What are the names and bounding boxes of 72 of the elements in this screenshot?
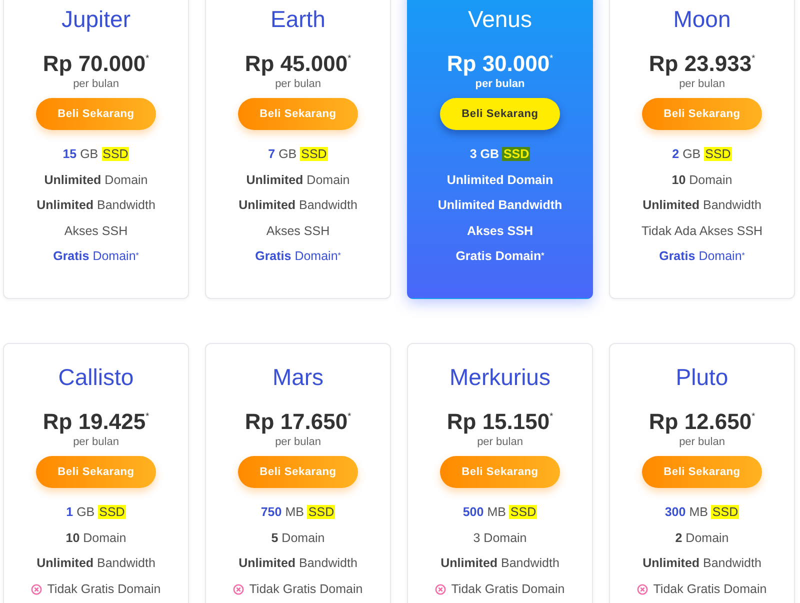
plan-title: Earth	[270, 5, 326, 34]
plan-title: Moon	[672, 5, 732, 34]
plan-price: Rp 12.650$^{*}$	[648, 408, 756, 435]
feature-text: Unlimited Bandwidth	[440, 555, 560, 572]
plan-title: Pluto	[674, 362, 730, 392]
storage-feature: 3 GB SSD	[470, 146, 530, 163]
promo-feature: Gratis Domain$^{*}$	[255, 248, 341, 266]
feature-text: Unlimited Bandwidth	[36, 555, 156, 572]
price-period: per bulan	[72, 434, 120, 449]
price-period: per bulan	[72, 77, 120, 91]
buy-button[interactable]: Beli Sekarang	[36, 98, 156, 130]
price-period: per bulan	[274, 434, 322, 449]
plan-price: Rp 19.425$^{*}$	[42, 408, 150, 435]
feature-text: Unlimited Bandwidth	[642, 197, 762, 214]
plan-price: Rp 70.000$^{*}$	[42, 51, 150, 77]
buy-button[interactable]: Beli Sekarang	[642, 98, 762, 130]
buy-button[interactable]: Beli Sekarang	[642, 456, 762, 488]
plan-price: Rp 15.150$^{*}$	[446, 408, 554, 435]
plan-title: Merkurius	[448, 362, 552, 392]
buy-button[interactable]: Beli Sekarang	[440, 456, 560, 488]
feature-text: Unlimited Domain	[44, 172, 148, 189]
close-circle-icon	[233, 584, 244, 596]
feature-text: Unlimited Bandwidth	[36, 197, 156, 214]
plan-price: Rp 23.933$^{*}$	[648, 51, 756, 77]
feature-text: 3 Domain	[473, 530, 527, 547]
price-period: per bulan	[474, 77, 526, 91]
buy-button[interactable]: Beli Sekarang	[238, 98, 358, 130]
storage-feature: 300 MB SSD	[664, 504, 740, 521]
feature-text: 2 Domain	[675, 530, 729, 547]
feature-text: 5 Domain	[271, 530, 325, 547]
plan-price: Rp 45.000$^{*}$	[244, 51, 352, 77]
price-period: per bulan	[274, 77, 322, 91]
feature-text: Unlimited Domain	[246, 172, 350, 189]
feature-text: Tidak Ada Akses SSH	[641, 222, 763, 240]
promo-feature: Gratis Domain$^{*}$	[53, 248, 139, 266]
storage-feature: 15 GB SSD	[62, 146, 130, 163]
feature-text: Unlimited Bandwidth	[238, 555, 358, 572]
plan-price: Rp 30.000$^{*}$	[446, 51, 554, 77]
storage-feature: 2 GB SSD	[672, 146, 732, 163]
excluded-feature: Tidak Gratis Domain	[47, 580, 161, 598]
buy-button[interactable]: Beli Sekarang	[440, 98, 560, 130]
promo-feature: Gratis Domain$^{*}$	[456, 248, 544, 266]
plan-title: Mars	[271, 362, 325, 392]
close-circle-icon	[637, 584, 648, 596]
feature-text: Unlimited Domain	[446, 172, 554, 189]
feature-text: Unlimited Bandwidth	[238, 197, 358, 214]
excluded-feature: Tidak Gratis Domain	[249, 580, 363, 598]
promo-feature: Gratis Domain$^{*}$	[659, 248, 745, 266]
close-circle-icon	[435, 584, 446, 596]
plan-price: Rp 17.650$^{*}$	[244, 408, 352, 435]
plan-title: Venus	[467, 5, 533, 34]
buy-button[interactable]: Beli Sekarang	[36, 456, 156, 488]
storage-feature: 750 MB SSD	[260, 504, 336, 521]
feature-text: Akses SSH	[466, 222, 533, 240]
price-period: per bulan	[678, 77, 726, 91]
feature-text: Unlimited Bandwidth	[642, 555, 762, 572]
storage-feature: 1 GB SSD	[66, 504, 126, 521]
feature-text: Akses SSH	[266, 222, 330, 240]
plan-title: Jupiter	[60, 5, 132, 34]
buy-button[interactable]: Beli Sekarang	[238, 456, 358, 488]
plan-title: Callisto	[57, 362, 135, 392]
feature-text: Akses SSH	[64, 222, 128, 240]
storage-feature: 500 MB SSD	[462, 504, 538, 521]
excluded-feature: Tidak Gratis Domain	[653, 580, 767, 598]
price-period: per bulan	[476, 434, 524, 449]
feature-text: 10 Domain	[66, 530, 126, 547]
feature-text: 10 Domain	[672, 172, 732, 189]
excluded-feature: Tidak Gratis Domain	[451, 580, 565, 598]
storage-feature: 7 GB SSD	[268, 146, 328, 163]
close-circle-icon	[31, 584, 42, 596]
price-period: per bulan	[678, 434, 726, 449]
feature-text: Unlimited Bandwidth	[438, 197, 562, 214]
